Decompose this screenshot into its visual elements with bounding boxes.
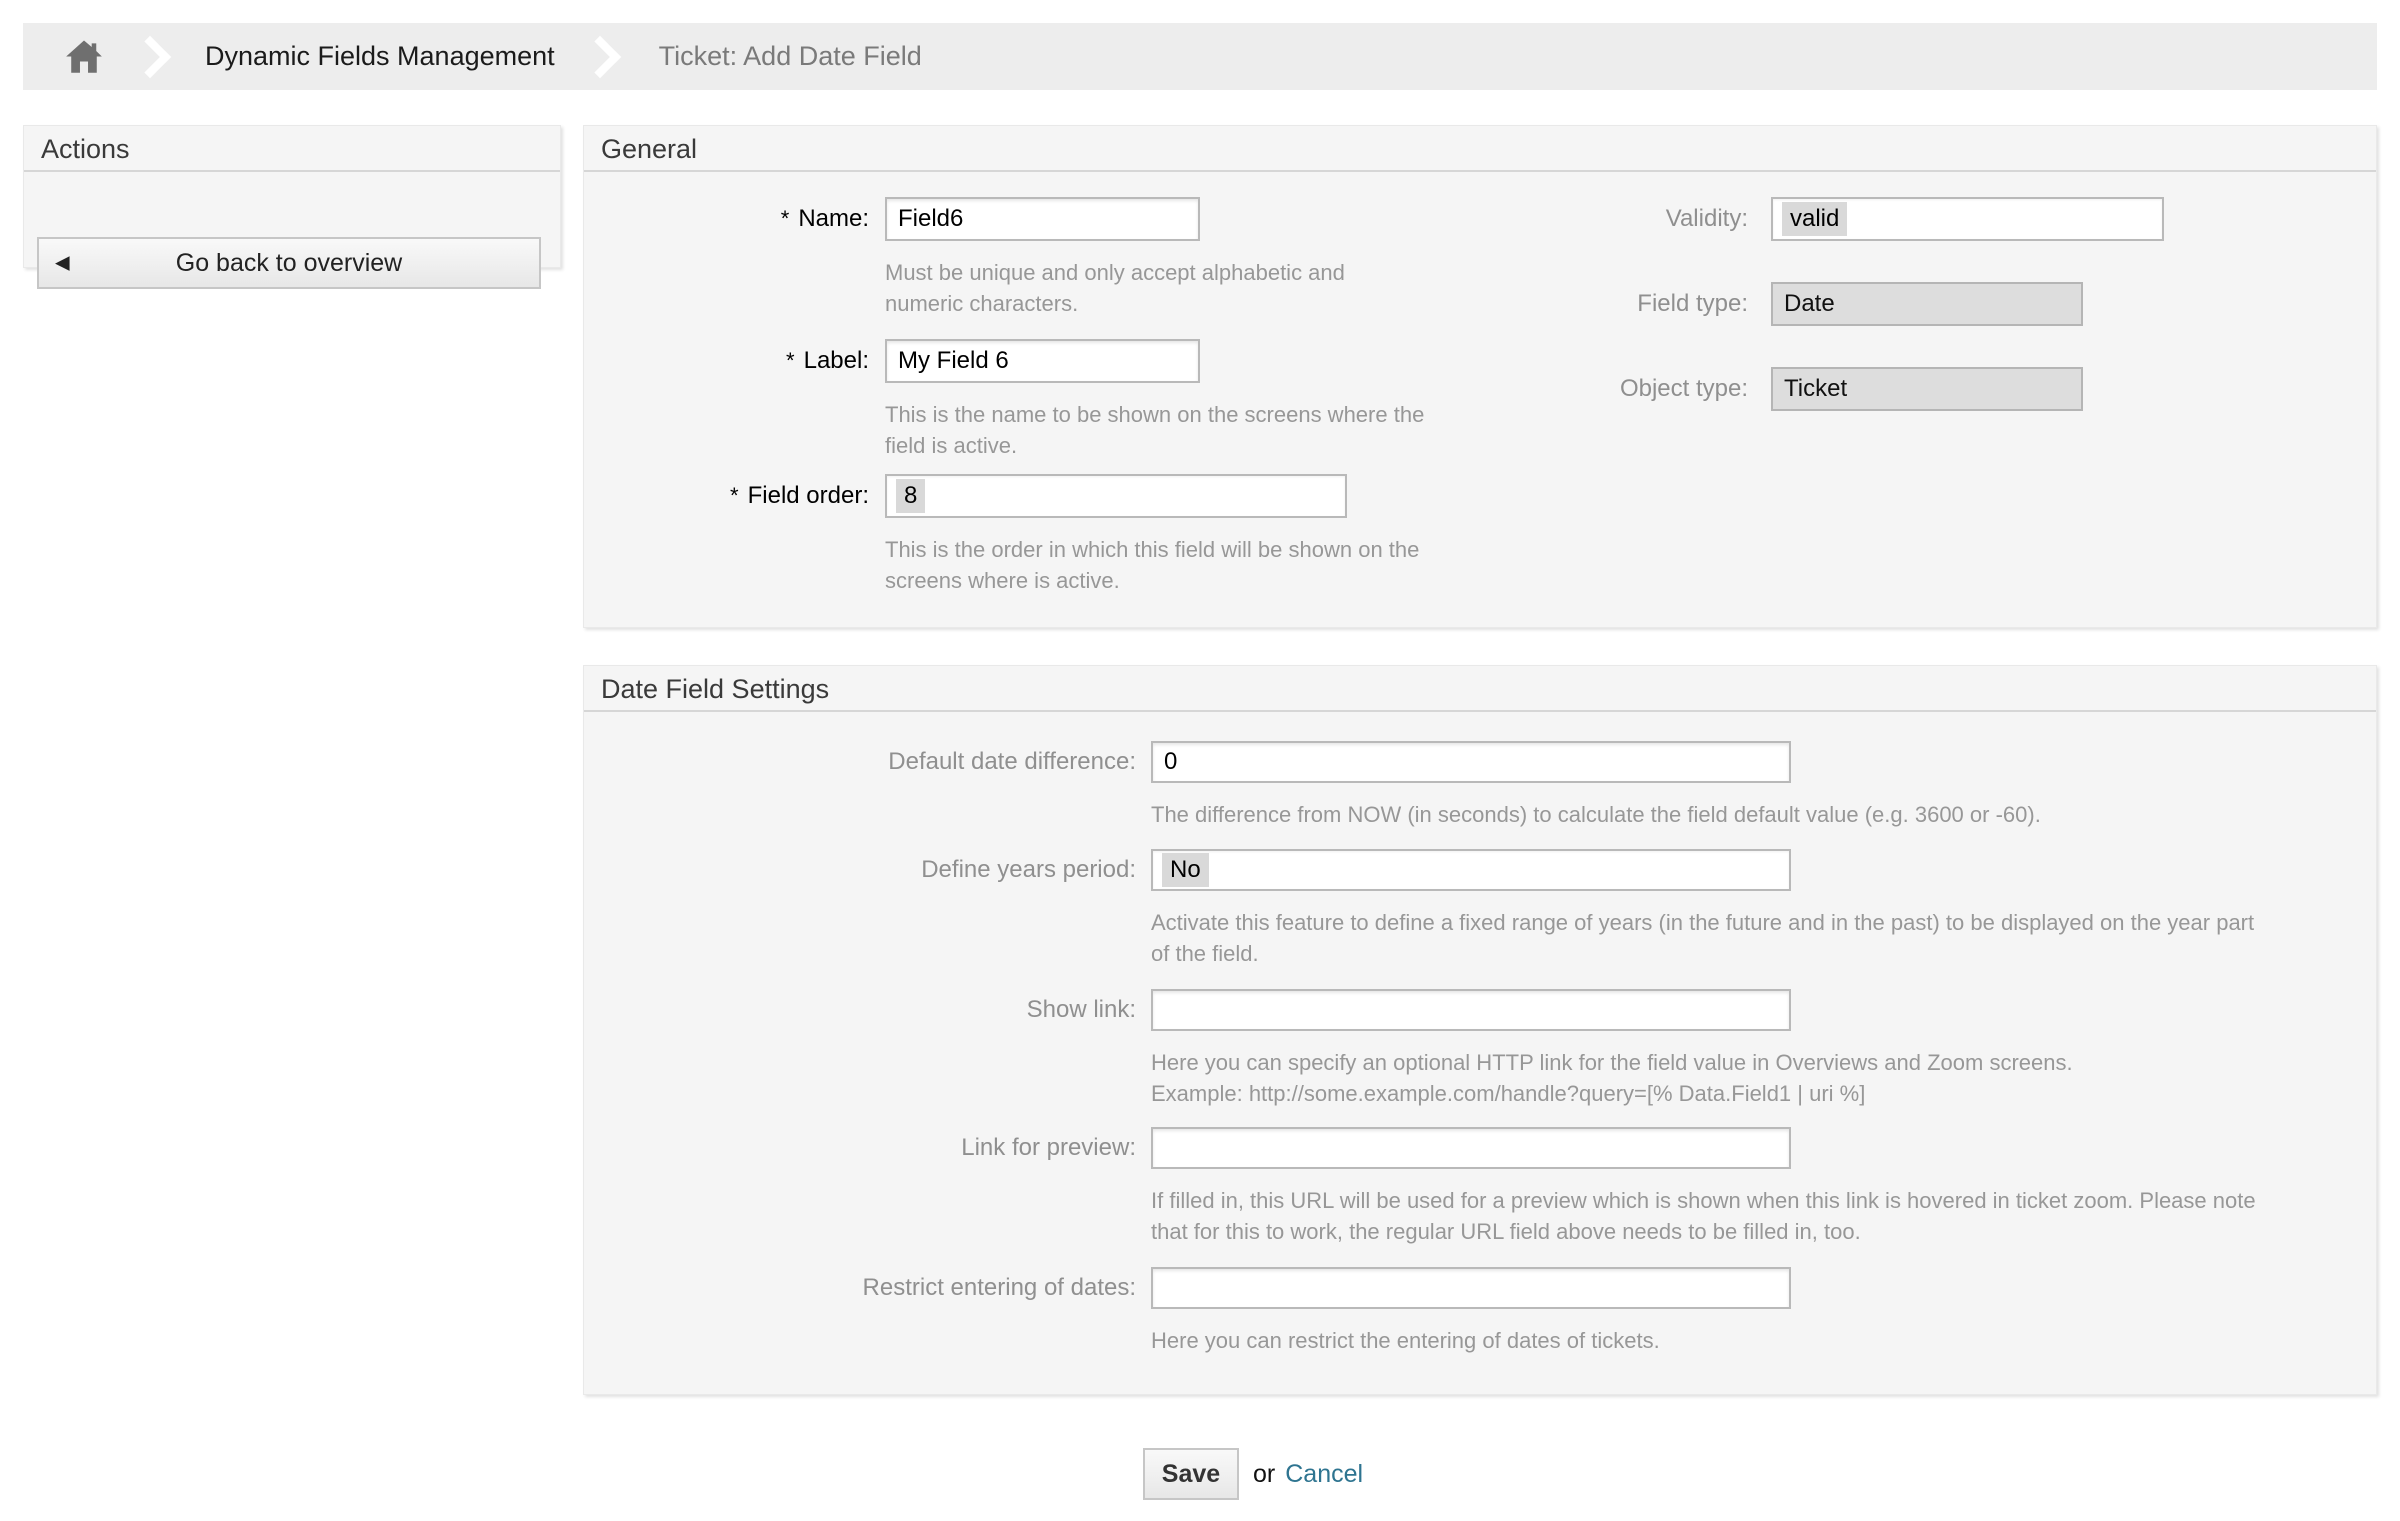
date-field-settings-title: Date Field Settings bbox=[584, 666, 2376, 712]
validity-select[interactable]: valid bbox=[1771, 197, 2164, 241]
required-marker: * bbox=[780, 206, 790, 231]
validity-label: Validity: bbox=[1665, 205, 1748, 232]
object-type-readonly: Ticket bbox=[1771, 367, 2083, 411]
name-label: * Name: bbox=[780, 205, 869, 232]
show-link-input[interactable] bbox=[1151, 989, 1791, 1031]
field-type-label: Field type: bbox=[1637, 290, 1748, 317]
name-input[interactable] bbox=[885, 197, 1200, 241]
chevron-separator-icon bbox=[128, 35, 172, 78]
object-type-label: Object type: bbox=[1619, 375, 1748, 402]
field-order-hint: This is the order in which this field wi… bbox=[885, 537, 1420, 593]
link-for-preview-label: Link for preview: bbox=[961, 1134, 1136, 1161]
restrict-dates-input[interactable] bbox=[1151, 1267, 1791, 1309]
link-for-preview-hint: If filled in, this URL will be used for … bbox=[1151, 1188, 2256, 1244]
field-order-selected-value: 8 bbox=[896, 479, 926, 513]
field-type-readonly: Date bbox=[1771, 282, 2083, 326]
restrict-dates-hint: Here you can restrict the entering of da… bbox=[1151, 1328, 1660, 1353]
go-back-button-label: Go back to overview bbox=[175, 248, 403, 277]
required-marker: * bbox=[786, 348, 795, 373]
cancel-link[interactable]: Cancel bbox=[1285, 1460, 1363, 1489]
actions-panel: Actions ◀ Go back to overview bbox=[23, 125, 561, 289]
show-link-label: Show link: bbox=[1026, 996, 1136, 1023]
breadcrumb-item-current: Ticket: Add Date Field bbox=[658, 41, 922, 71]
back-arrow-icon: ◀ bbox=[55, 252, 70, 274]
label-label: * Label: bbox=[786, 347, 869, 374]
general-section: General *Name: Must be unique and only a… bbox=[583, 125, 2377, 628]
home-icon[interactable] bbox=[63, 36, 105, 78]
or-text: or bbox=[1253, 1459, 1276, 1488]
field-order-label: * Field order: bbox=[730, 482, 869, 509]
field-order-select[interactable]: 8 bbox=[885, 474, 1347, 518]
link-for-preview-input[interactable] bbox=[1151, 1127, 1791, 1169]
go-back-to-overview-button[interactable]: ◀ Go back to overview bbox=[37, 237, 541, 289]
breadcrumb: Dynamic Fields Management Ticket: Add Da… bbox=[23, 23, 2377, 90]
validity-selected-value: valid bbox=[1782, 202, 1848, 236]
define-years-period-select[interactable]: No bbox=[1151, 849, 1791, 891]
restrict-dates-label: Restrict entering of dates: bbox=[862, 1274, 1136, 1301]
actions-panel-title: Actions bbox=[24, 126, 560, 172]
save-button[interactable]: Save bbox=[1143, 1448, 1239, 1500]
chevron-separator-icon bbox=[578, 35, 621, 78]
define-years-period-selected-value: No bbox=[1162, 853, 1209, 887]
general-section-title: General bbox=[584, 126, 2376, 172]
submit-row: Save or Cancel bbox=[1143, 1448, 1363, 1500]
default-date-difference-label: Default date difference: bbox=[888, 748, 1136, 775]
required-marker: * bbox=[730, 483, 739, 508]
object-type-value: Ticket bbox=[1784, 375, 1848, 402]
date-field-settings-section: Date Field Settings Default date differe… bbox=[583, 665, 2377, 1395]
breadcrumb-item-dynamic-fields[interactable]: Dynamic Fields Management bbox=[205, 41, 555, 72]
define-years-period-hint: Activate this feature to define a fixed … bbox=[1151, 910, 2255, 966]
field-type-value: Date bbox=[1784, 290, 1835, 317]
label-input[interactable] bbox=[885, 339, 1200, 383]
default-date-difference-hint: The difference from NOW (in seconds) to … bbox=[1151, 802, 2041, 827]
define-years-period-label: Define years period: bbox=[921, 856, 1136, 883]
default-date-difference-input[interactable] bbox=[1151, 741, 1791, 783]
show-link-hint: Here you can specify an optional HTTP li… bbox=[1151, 1050, 2073, 1106]
